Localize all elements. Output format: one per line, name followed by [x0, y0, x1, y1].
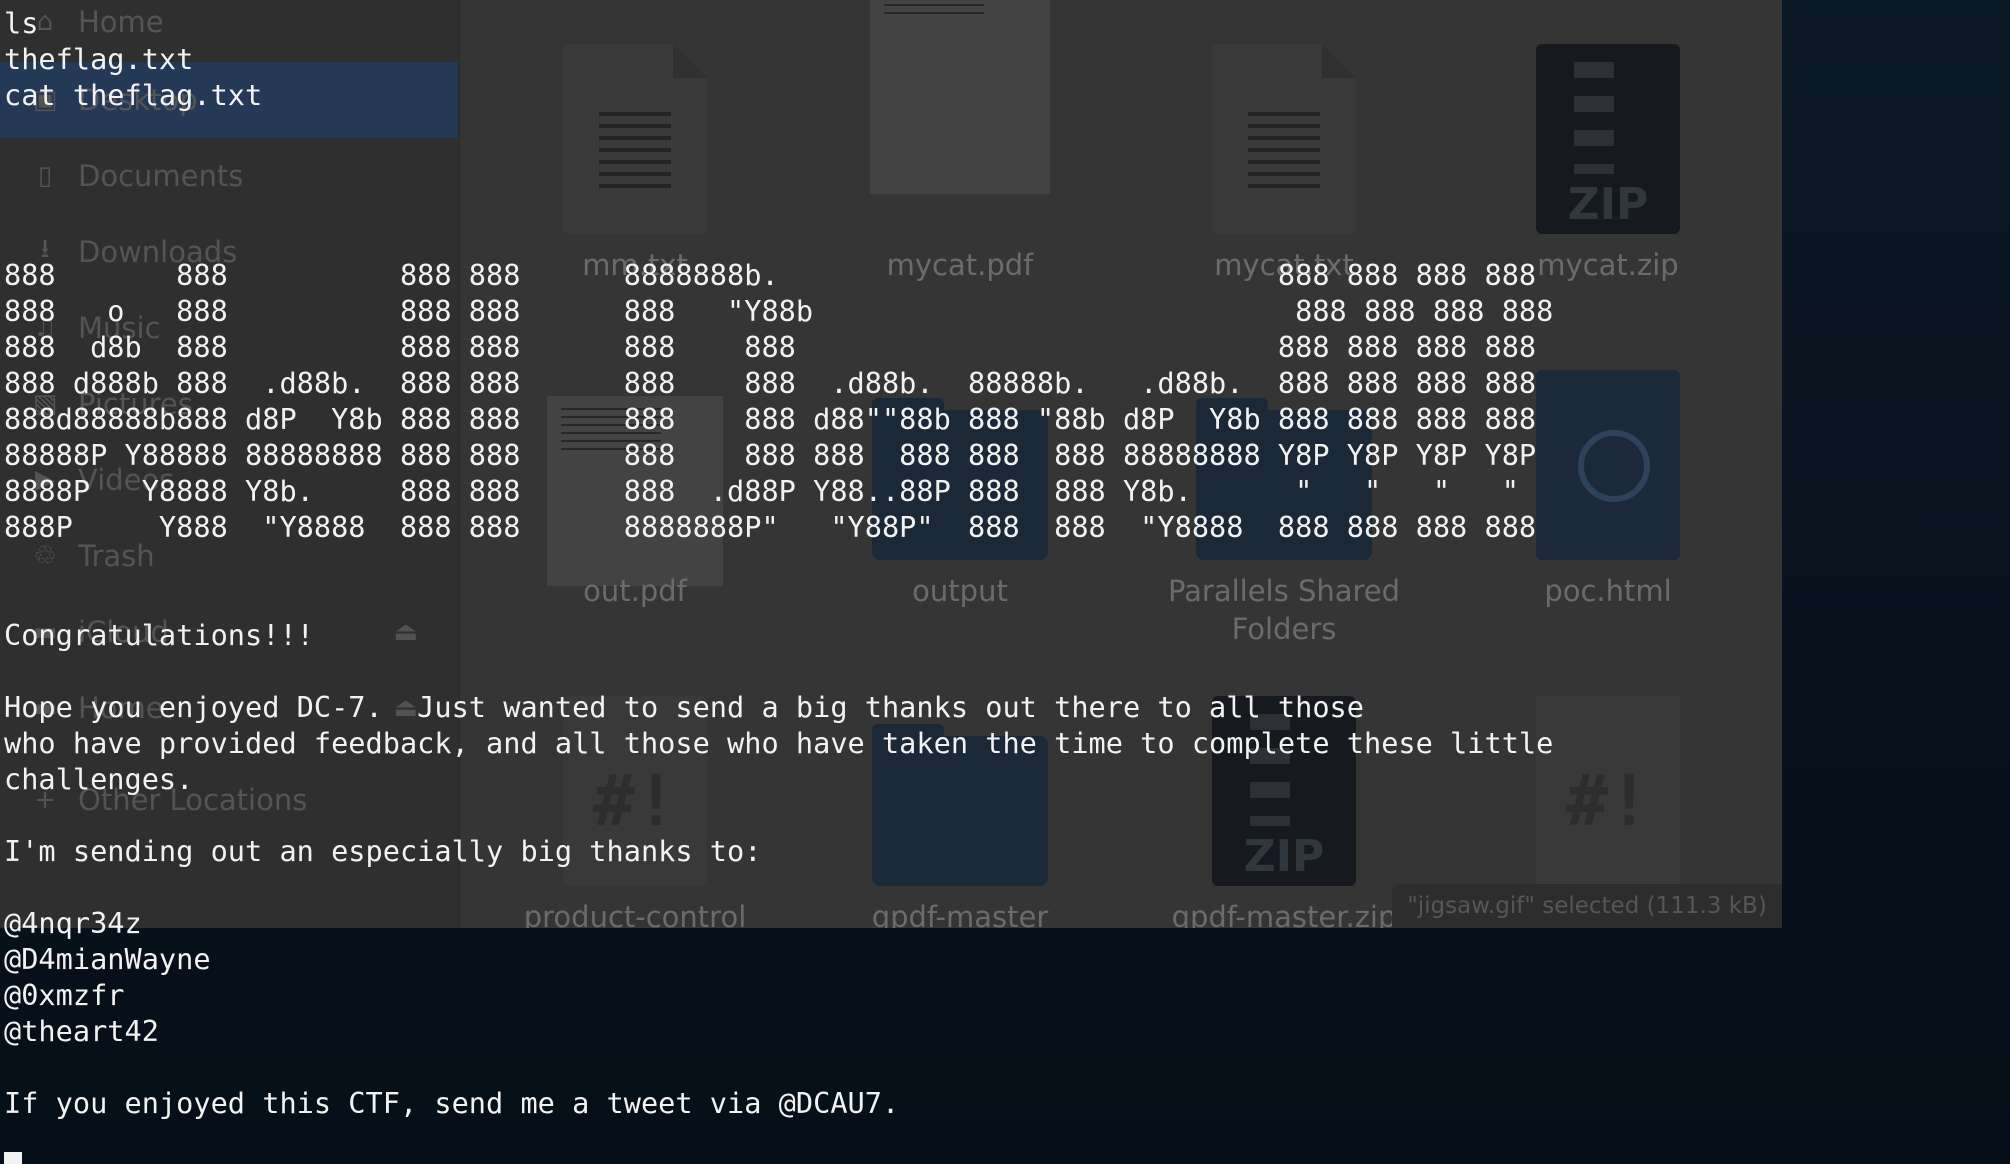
terminal-output: ls theflag.txt cat theflag.txt 888 888 8… — [4, 5, 1553, 1121]
terminal-line: @0xmzfr — [4, 978, 125, 1012]
terminal-line: 888 888 888 888 8888888b. 888 888 888 88… — [4, 258, 1537, 292]
terminal-line: I'm sending out an especially big thanks… — [4, 834, 762, 868]
terminal-cursor — [4, 1152, 22, 1164]
terminal-window[interactable]: ls theflag.txt cat theflag.txt 888 888 8… — [0, 0, 2010, 1164]
terminal-line: 888 o 888 888 888 888 "Y88b 888 888 888 … — [4, 294, 1554, 328]
terminal-line: challenges. — [4, 762, 194, 796]
terminal-line: 8888P Y8888 Y8b. 888 888 888 .d88P Y88..… — [4, 474, 1519, 508]
terminal-line: 888d88888b888 d8P Y8b 888 888 888 888 d8… — [4, 402, 1537, 436]
terminal-line: theflag.txt — [4, 42, 194, 76]
terminal-line: @D4mianWayne — [4, 942, 211, 976]
terminal-line: 888 d888b 888 .d88b. 888 888 888 888 .d8… — [4, 366, 1537, 400]
terminal-line: 888 d8b 888 888 888 888 888 888 888 888 … — [4, 330, 1537, 364]
terminal-line: If you enjoyed this CTF, send me a tweet… — [4, 1086, 900, 1120]
terminal-line: 88888P Y88888 88888888 888 888 888 888 8… — [4, 438, 1537, 472]
terminal-line: @4nqr34z — [4, 906, 142, 940]
terminal-line: cat theflag.txt — [4, 78, 263, 112]
terminal-line: ls — [4, 6, 39, 40]
terminal-line: 888P Y888 "Y8888 888 888 8888888P" "Y88P… — [4, 510, 1537, 544]
terminal-line: Congratulations!!! — [4, 618, 314, 652]
terminal-line: Hope you enjoyed DC-7. Just wanted to se… — [4, 690, 1364, 724]
terminal-line: who have provided feedback, and all thos… — [4, 726, 1554, 760]
terminal-line: @theart42 — [4, 1014, 159, 1048]
